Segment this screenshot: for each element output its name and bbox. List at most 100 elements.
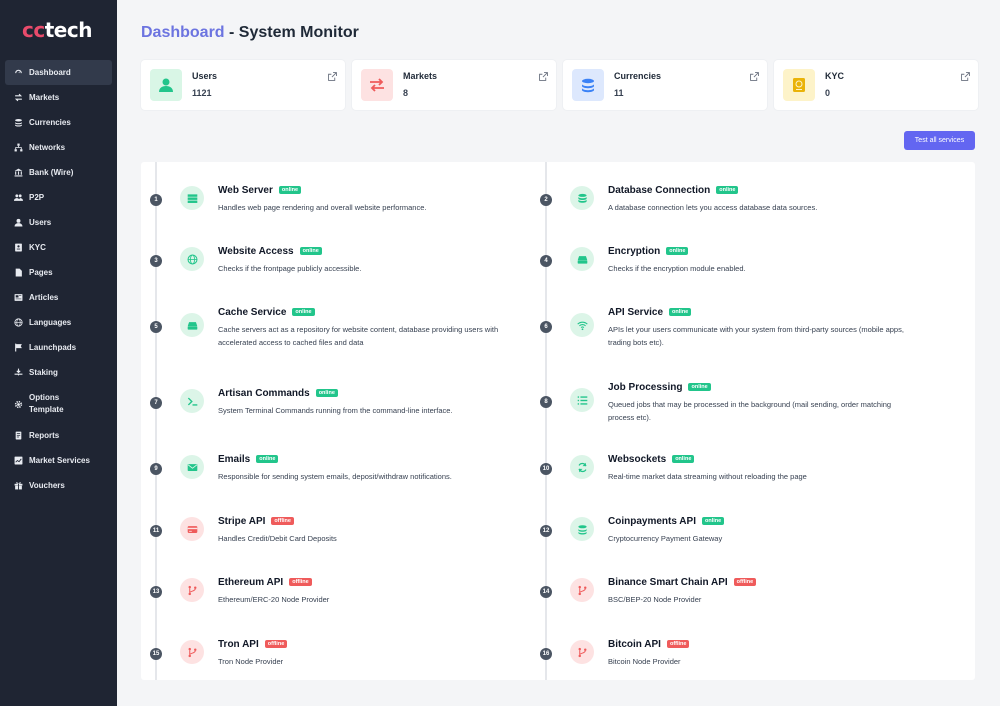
- service-description: APIs let your users communicate with you…: [608, 325, 904, 347]
- status-badge: online: [669, 308, 692, 316]
- service-name-text: Web Server: [218, 185, 273, 196]
- service-name-text: Bitcoin API: [608, 639, 661, 650]
- service-name-text: Database Connection: [608, 185, 711, 196]
- sidebar-item-currencies[interactable]: Currencies: [5, 110, 112, 135]
- logo-part-1: cc: [22, 18, 45, 42]
- sidebar-item-label: Launchpads: [29, 342, 77, 352]
- status-badge: online: [672, 455, 695, 463]
- service-description: Handles Credit/Debit Card Deposits: [218, 534, 337, 543]
- branch-icon: [180, 578, 204, 602]
- stat-card-label: Currencies: [614, 71, 662, 81]
- service-number: 16: [540, 648, 552, 660]
- service-name: Job Processing online: [608, 382, 711, 393]
- sidebar-item-p2p[interactable]: P2P: [5, 185, 112, 210]
- sidebar: cc tech Dashboard Markets Currencies Network…: [0, 0, 117, 706]
- network-icon: [14, 143, 23, 152]
- sidebar-item-dashboard[interactable]: Dashboard: [5, 60, 112, 85]
- sidebar-nav: Dashboard Markets Currencies Networks Bank (…: [0, 60, 117, 498]
- service-number: 8: [540, 396, 552, 408]
- newspaper-icon: [14, 293, 23, 302]
- service-number: 2: [540, 194, 552, 206]
- service-name-text: Tron API: [218, 639, 259, 650]
- list-icon: [570, 388, 594, 412]
- sidebar-item-markets[interactable]: Markets: [5, 85, 112, 110]
- page-title-rest: - System Monitor: [224, 24, 359, 41]
- server-icon: [180, 186, 204, 210]
- service-name: Emails online: [218, 454, 279, 465]
- service-name: Websockets online: [608, 454, 695, 465]
- sidebar-item-options-template[interactable]: Options Template: [5, 385, 112, 423]
- status-badge: offline: [271, 517, 294, 525]
- sidebar-item-pages[interactable]: Pages: [5, 260, 112, 285]
- timeline-line-right: [545, 162, 547, 680]
- service-name: Web Server online: [218, 185, 302, 196]
- logo-part-2: tech: [44, 18, 93, 42]
- external-link-icon[interactable]: [961, 68, 970, 81]
- brand-logo[interactable]: cc tech: [0, 0, 117, 60]
- status-badge: online: [256, 455, 279, 463]
- service-number: 9: [150, 463, 162, 475]
- sidebar-item-label: Bank (Wire): [29, 167, 74, 177]
- external-link-icon[interactable]: [328, 68, 337, 81]
- service-description: Checks if the frontpage publicly accessi…: [218, 264, 362, 273]
- service-name-text: Stripe API: [218, 516, 266, 527]
- drive-icon: [570, 247, 594, 271]
- test-all-services-button[interactable]: Test all services: [904, 131, 975, 150]
- service-number: 7: [150, 397, 162, 409]
- service-name-text: Encryption: [608, 246, 661, 257]
- sidebar-item-networks[interactable]: Networks: [5, 135, 112, 160]
- service-name: API Service online: [608, 307, 692, 318]
- service-name: Coinpayments API online: [608, 516, 725, 527]
- sidebar-item-reports[interactable]: Reports: [5, 423, 112, 448]
- status-badge: online: [278, 186, 302, 194]
- service-description: Responsible for sending system emails, d…: [218, 472, 452, 481]
- report-icon: [14, 431, 23, 440]
- coins-icon: [570, 517, 594, 541]
- sidebar-item-label: Staking: [29, 367, 58, 377]
- service-name-text: Cache Service: [218, 307, 287, 318]
- status-badge: online: [292, 308, 315, 316]
- sidebar-item-label: Pages: [29, 267, 53, 277]
- sidebar-item-users[interactable]: Users: [5, 210, 112, 235]
- service-description: Tron Node Provider: [218, 657, 284, 666]
- users-icon: [14, 193, 23, 202]
- sidebar-item-languages[interactable]: Languages: [5, 310, 112, 335]
- sidebar-item-launchpads[interactable]: Launchpads: [5, 335, 112, 360]
- sidebar-item-vouchers[interactable]: Vouchers: [5, 473, 112, 498]
- service-number: 10: [540, 463, 552, 475]
- external-link-icon[interactable]: [750, 68, 759, 81]
- service-name-text: Coinpayments API: [608, 516, 696, 527]
- stat-card-value: 0: [825, 88, 831, 98]
- sidebar-item-kyc[interactable]: KYC: [5, 235, 112, 260]
- stat-card-value: 1121: [192, 88, 212, 98]
- gauge-icon: [14, 68, 23, 77]
- sidebar-item-staking[interactable]: Staking: [5, 360, 112, 385]
- services-panel: 1 Web Server online Handles web page render…: [141, 162, 975, 680]
- status-badge: online: [701, 517, 725, 525]
- gear-icon: [14, 400, 23, 409]
- coins-icon: [14, 118, 23, 127]
- service-description: Real-time market data streaming without …: [608, 472, 807, 481]
- stat-card-value: 8: [403, 88, 409, 98]
- sidebar-item-market-services[interactable]: Market Services: [5, 448, 112, 473]
- service-number: 11: [150, 525, 162, 537]
- branch-icon: [570, 578, 594, 602]
- stat-card-value: 11: [614, 88, 624, 98]
- sidebar-item-articles[interactable]: Articles: [5, 285, 112, 310]
- passport-icon: [783, 69, 815, 101]
- user-icon: [14, 218, 23, 227]
- service-number: 5: [150, 321, 162, 333]
- service-name: Artisan Commands online: [218, 388, 338, 399]
- service-number: 15: [150, 648, 162, 660]
- service-name-text: Job Processing: [608, 382, 683, 393]
- service-number: 3: [150, 255, 162, 267]
- sidebar-item-label: Reports: [29, 430, 60, 440]
- service-description: Ethereum/ERC-20 Node Provider: [218, 595, 330, 604]
- sidebar-item-label: Currencies: [29, 117, 71, 127]
- external-link-icon[interactable]: [539, 68, 548, 81]
- service-name-text: Artisan Commands: [218, 388, 310, 399]
- file-icon: [14, 268, 23, 277]
- sidebar-item-bank-wire[interactable]: Bank (Wire): [5, 160, 112, 185]
- service-name: Stripe API offline: [218, 516, 294, 527]
- stat-card-kyc: KYC 0: [774, 60, 978, 110]
